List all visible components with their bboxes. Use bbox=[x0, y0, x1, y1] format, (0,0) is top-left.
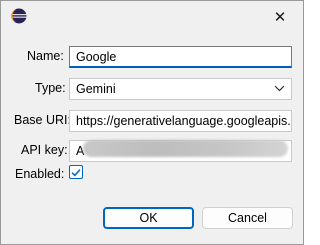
type-select[interactable]: Gemini bbox=[69, 78, 292, 100]
cancel-button[interactable]: Cancel bbox=[202, 207, 293, 229]
type-label: Type: bbox=[35, 81, 66, 95]
type-select-value: Gemini bbox=[76, 82, 116, 96]
enabled-checkbox[interactable] bbox=[69, 165, 83, 179]
name-label: Name: bbox=[27, 49, 64, 63]
base-uri-label: Base URI: bbox=[14, 113, 71, 127]
chevron-down-icon bbox=[274, 85, 285, 92]
ok-button[interactable]: OK bbox=[103, 207, 194, 229]
checkmark-icon bbox=[71, 168, 81, 176]
api-key-redaction bbox=[83, 140, 288, 157]
api-key-label: API key: bbox=[21, 143, 68, 157]
base-uri-input[interactable]: https://generativelanguage.googleapis.c bbox=[69, 110, 292, 132]
title-bar[interactable]: ✕ bbox=[1, 1, 303, 33]
close-button[interactable]: ✕ bbox=[257, 1, 303, 33]
provider-dialog: ✕ Name: Google Type: Gemini Base URI: ht… bbox=[0, 0, 304, 245]
close-icon: ✕ bbox=[273, 8, 287, 26]
eclipse-icon bbox=[11, 8, 27, 24]
enabled-label: Enabled: bbox=[15, 167, 65, 181]
name-input[interactable]: Google bbox=[69, 46, 292, 68]
